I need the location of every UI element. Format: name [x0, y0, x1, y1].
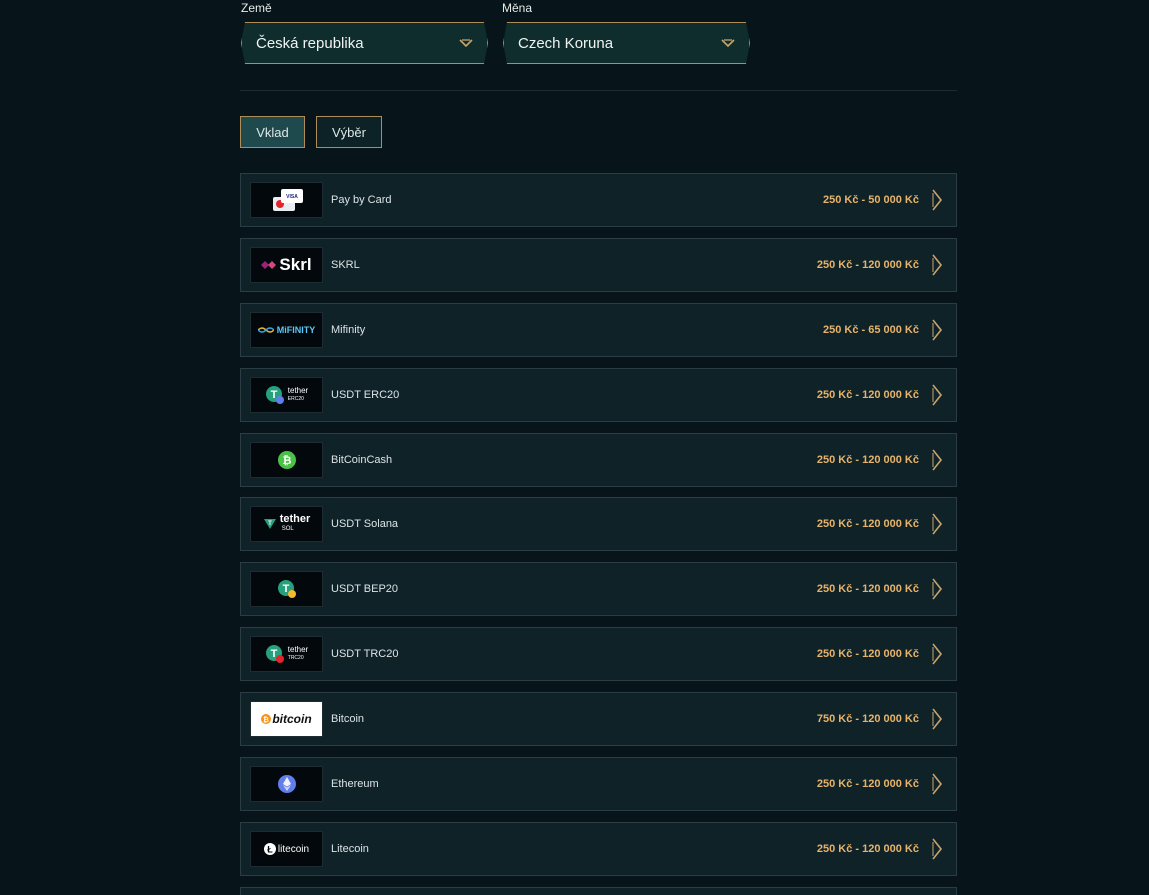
chevron-right-icon — [932, 449, 943, 471]
currency-value: Czech Koruna — [518, 34, 614, 52]
currency-label: Měna — [502, 1, 533, 15]
chevron-right-icon — [932, 578, 943, 600]
payment-method-row[interactable]: Ethereum 250 Kč - 120 000 Kč — [240, 757, 957, 811]
payment-method-row[interactable]: Ł litecoin Litecoin 250 Kč - 120 000 Kč — [240, 822, 957, 876]
chevron-right-icon — [932, 254, 943, 276]
svg-text:Ł: Ł — [267, 845, 273, 855]
svg-text:T: T — [268, 521, 272, 527]
payment-method-row[interactable]: VISA Pay by Card 250 Kč - 50 000 Kč — [240, 173, 957, 227]
method-range: 250 Kč - 120 000 Kč — [816, 518, 919, 530]
payment-method-row[interactable]: T tether SOL USDT Solana 250 Kč - 120 00… — [240, 497, 957, 551]
country-value: Česká republika — [256, 34, 364, 52]
method-name: BitCoinCash — [331, 454, 393, 466]
ethereum-icon — [250, 766, 323, 802]
payment-method-row[interactable]: T tether ERC20 USDT ERC20 250 Kč - 120 0… — [240, 368, 957, 422]
method-range: 250 Kč - 120 000 Kč — [816, 389, 919, 401]
bitcoincash-icon: ₿ — [250, 442, 323, 478]
method-name: Pay by Card — [331, 194, 392, 206]
method-name: USDT ERC20 — [331, 389, 400, 401]
method-name: Bitcoin — [331, 713, 365, 725]
payment-method-row[interactable]: ₿ bitcoin Bitcoin 750 Kč - 120 000 Kč — [240, 692, 957, 746]
payment-method-row[interactable]: T USDT BEP20 250 Kč - 120 000 Kč — [240, 562, 957, 616]
chevron-down-icon — [721, 39, 735, 47]
payment-method-row[interactable]: ₿ BitCoinCash 250 Kč - 120 000 Kč — [240, 433, 957, 487]
payment-method-row[interactable]: T tether TRC20 USDT TRC20 250 Kč - 120 0… — [240, 627, 957, 681]
bitcoin-logo: ₿ bitcoin — [250, 701, 323, 737]
country-select[interactable]: Česká republika — [241, 22, 488, 64]
method-range: 250 Kč - 120 000 Kč — [816, 843, 919, 855]
tab-withdrawal[interactable]: Výběr — [316, 116, 382, 148]
currency-select[interactable]: Czech Koruna — [503, 22, 750, 64]
method-range: 250 Kč - 120 000 Kč — [816, 454, 919, 466]
payment-method-row[interactable]: Skrl SKRL 250 Kč - 120 000 Kč — [240, 238, 957, 292]
payment-method-row[interactable] — [240, 887, 957, 895]
chevron-down-icon — [459, 39, 473, 47]
method-range: 250 Kč - 120 000 Kč — [816, 648, 919, 660]
method-name: SKRL — [331, 259, 360, 271]
svg-text:VISA: VISA — [286, 194, 298, 200]
divider — [240, 90, 957, 91]
tether-sol-logo: T tether SOL — [250, 506, 323, 542]
method-range: 250 Kč - 120 000 Kč — [816, 259, 919, 271]
method-range: 750 Kč - 120 000 Kč — [816, 713, 919, 725]
svg-text:₿: ₿ — [282, 455, 291, 467]
svg-text:₿: ₿ — [263, 716, 269, 724]
chevron-right-icon — [932, 838, 943, 860]
tether-erc20-logo: T tether ERC20 — [250, 377, 323, 413]
chevron-right-icon — [932, 189, 943, 211]
skrill-logo: Skrl — [250, 247, 323, 283]
tab-deposit[interactable]: Vklad — [240, 116, 305, 148]
chevron-right-icon — [932, 319, 943, 341]
tether-bep20-icon: T — [250, 571, 323, 607]
method-range: 250 Kč - 120 000 Kč — [816, 778, 919, 790]
method-name: USDT BEP20 — [331, 583, 399, 595]
chevron-right-icon — [932, 384, 943, 406]
chevron-right-icon — [932, 773, 943, 795]
country-label: Země — [241, 1, 272, 15]
chevron-right-icon — [932, 708, 943, 730]
method-range: 250 Kč - 65 000 Kč — [822, 324, 919, 336]
payment-method-row[interactable]: MiFINITY Mifinity 250 Kč - 65 000 Kč — [240, 303, 957, 357]
method-name: USDT TRC20 — [331, 648, 399, 660]
card-icon: VISA — [250, 182, 323, 218]
method-name: Ethereum — [331, 778, 379, 790]
method-name: Litecoin — [331, 843, 369, 855]
method-range: 250 Kč - 120 000 Kč — [816, 583, 919, 595]
litecoin-logo: Ł litecoin — [250, 831, 323, 867]
chevron-right-icon — [932, 643, 943, 665]
mifinity-logo: MiFINITY — [250, 312, 323, 348]
chevron-right-icon — [932, 513, 943, 535]
method-name: Mifinity — [331, 324, 366, 336]
tether-trc20-logo: T tether TRC20 — [250, 636, 323, 672]
method-range: 250 Kč - 50 000 Kč — [822, 194, 919, 206]
method-name: USDT Solana — [331, 518, 399, 530]
